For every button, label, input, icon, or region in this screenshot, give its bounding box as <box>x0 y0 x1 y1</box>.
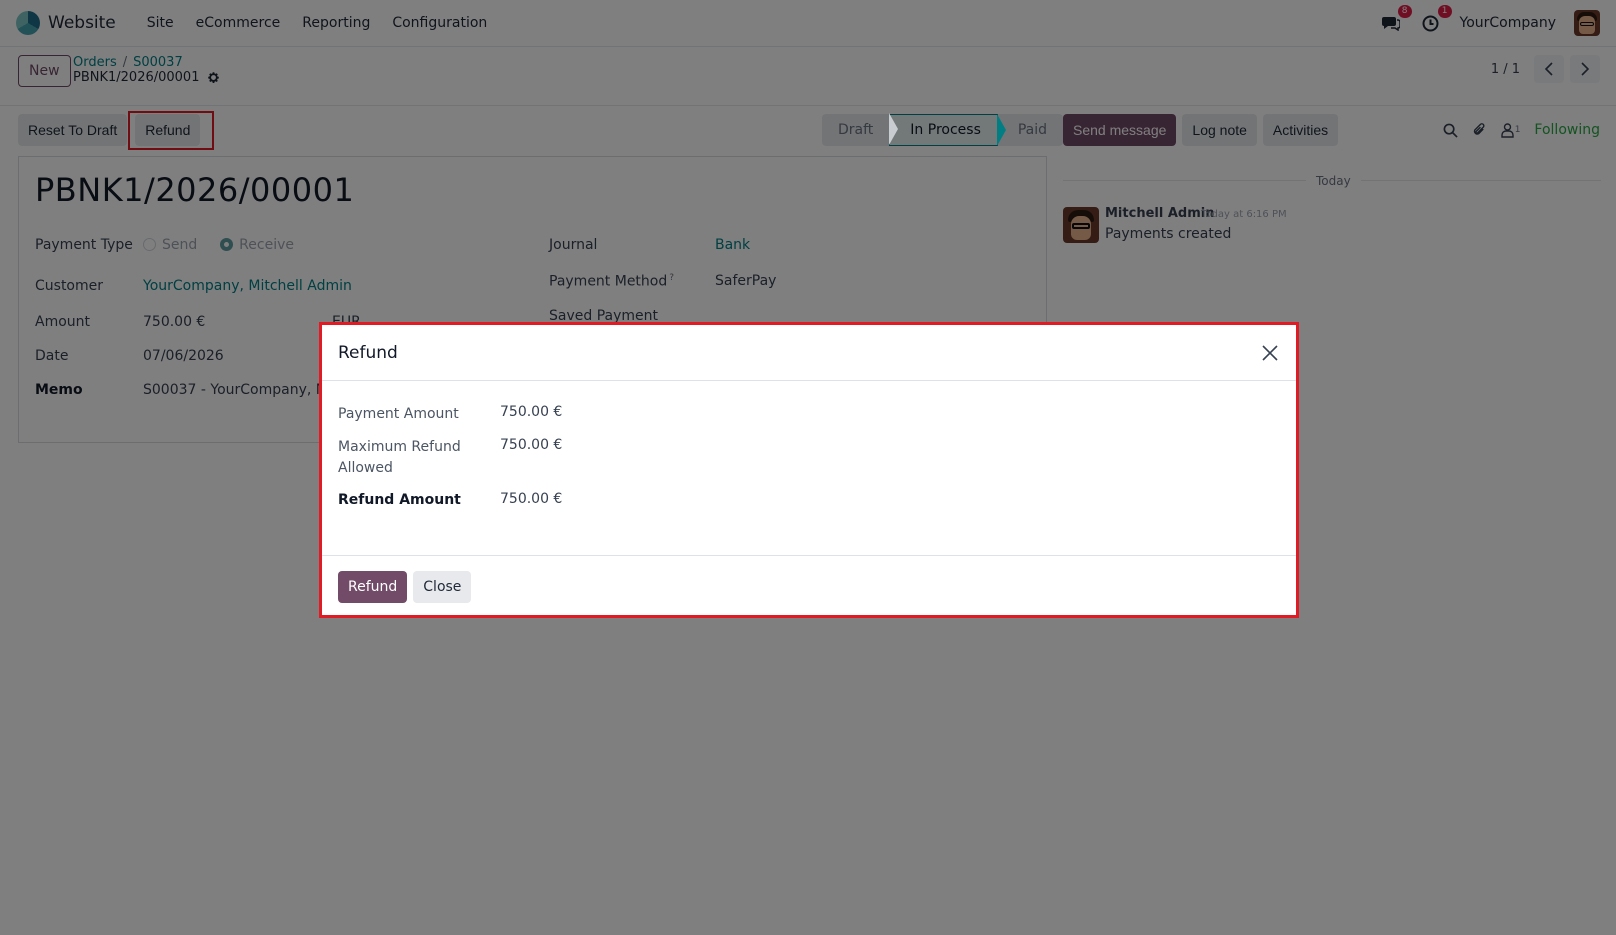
refund-amount-field[interactable]: 750.00 € <box>500 491 562 507</box>
max-refund-label-line1: Maximum Refund <box>338 439 461 455</box>
stage-arrow <box>889 113 899 145</box>
dialog-close-text-button[interactable]: Close <box>413 571 472 603</box>
payment-amount-label: Payment Amount <box>338 406 459 422</box>
refund-dialog: Refund Payment Amount 750.00 € Maximum R… <box>319 322 1299 618</box>
max-refund-value: 750.00 € <box>500 437 563 453</box>
max-refund-label: Maximum Refund Allowed <box>338 437 461 479</box>
refund-amount-label: Refund Amount <box>338 492 461 508</box>
dialog-refund-button[interactable]: Refund <box>338 571 408 603</box>
dialog-close-button[interactable] <box>1260 343 1280 363</box>
dialog-footer: Refund Close <box>322 556 1296 618</box>
dialog-header: Refund <box>322 325 1296 381</box>
stage-arrow <box>996 114 1006 146</box>
dialog-title: Refund <box>338 342 398 363</box>
payment-amount-value: 750.00 € <box>500 404 563 420</box>
max-refund-label-line2: Allowed <box>338 460 393 476</box>
close-icon <box>1262 344 1278 361</box>
dialog-body: Payment Amount 750.00 € Maximum Refund Al… <box>322 381 1296 556</box>
